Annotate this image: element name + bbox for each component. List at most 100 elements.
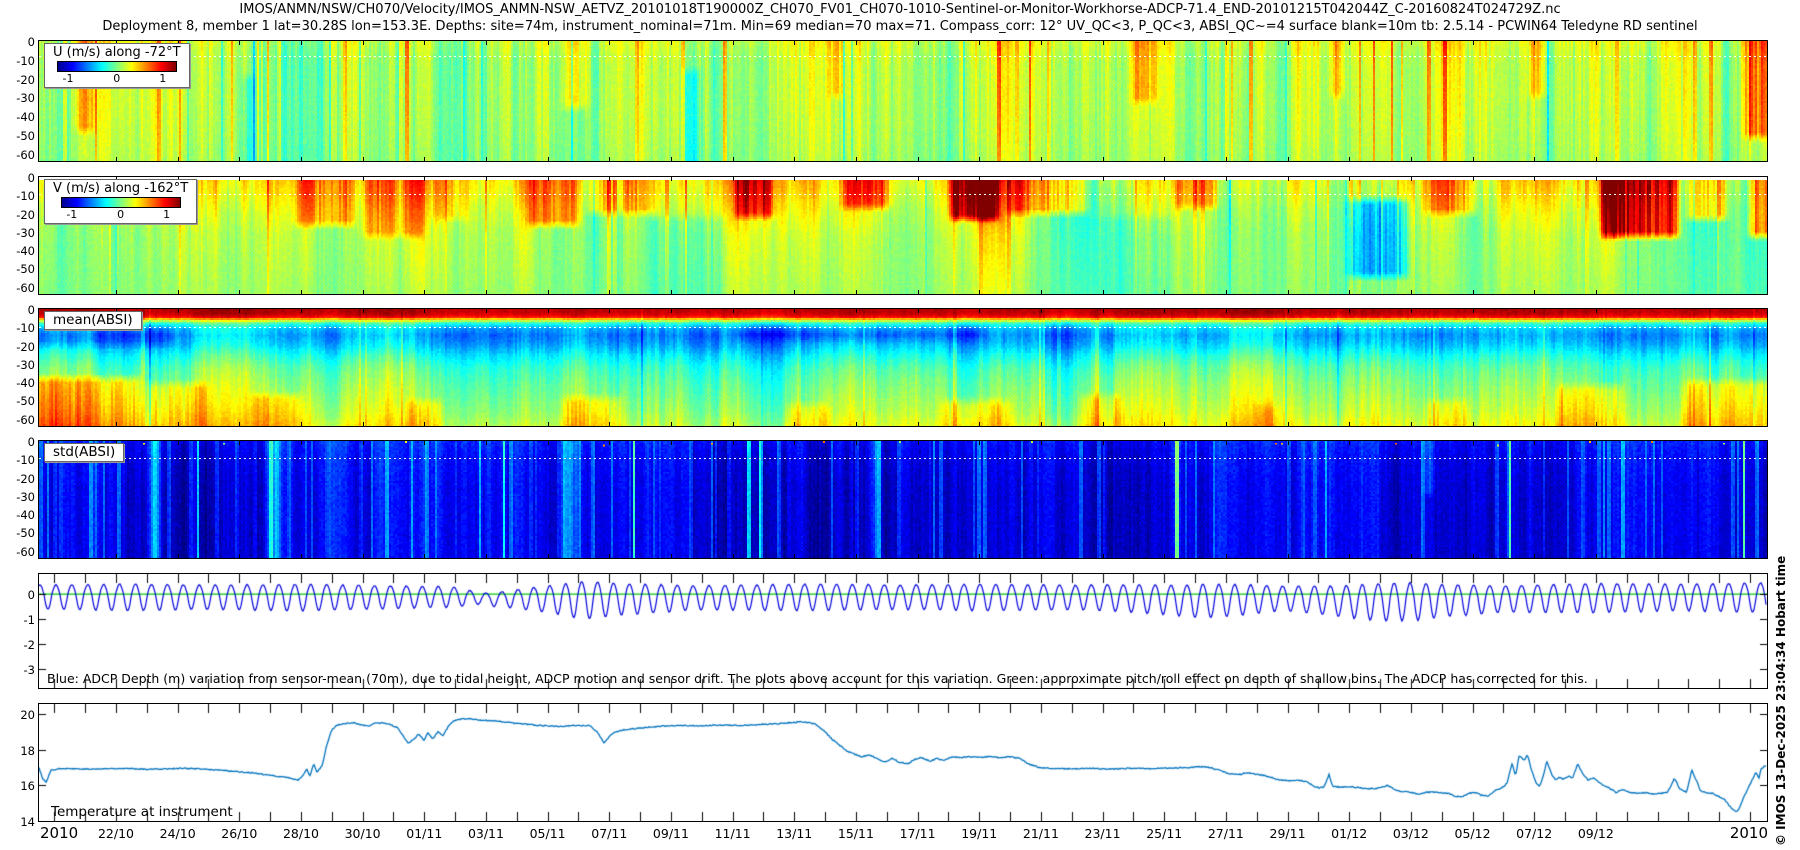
y-tick-label: 20 [20,707,35,722]
y-tick-label: -40 [16,244,35,259]
x-tick-mark [1411,441,1412,445]
temperature-line-canvas [39,704,1767,821]
x-tick-mark [979,309,980,313]
x-tick-mark [363,290,364,294]
x-tick-mark [1041,441,1042,445]
v-colorbar-legend: V (m/s) along -162°T -1 0 1 [44,179,198,224]
x-tick-mark [239,290,240,294]
x-tick-mark [1164,422,1165,426]
x-tick-mark [363,422,364,426]
x-tick-mark [671,41,672,45]
x-tick-mark [548,554,549,558]
x-tick-mark [671,177,672,181]
x-tick-mark [1164,441,1165,445]
x-tick-label: 13/11 [776,826,813,841]
x-tick-mark [1103,422,1104,426]
y-tick-label: -50 [16,262,35,277]
y-tick-label: -20 [16,72,35,87]
x-tick-mark [1226,177,1227,181]
x-tick-mark [794,177,795,181]
x-tick-mark [239,554,240,558]
x-tick-mark [856,441,857,445]
x-tick-mark [1164,290,1165,294]
y-tick-label: -50 [16,526,35,541]
x-tick-mark [1164,309,1165,313]
x-tick-mark [548,41,549,45]
x-tick-mark [1288,41,1289,45]
x-tick-mark [979,441,980,445]
x-tick-label: 15/11 [837,826,874,841]
x-tick-mark [116,422,117,426]
x-tick-mark [1288,290,1289,294]
x-tick-mark [548,422,549,426]
x-tick-mark [1473,290,1474,294]
x-tick-mark [979,554,980,558]
x-tick-mark [1041,309,1042,313]
x-tick-mark [1411,554,1412,558]
v-surface-blank-line [39,194,1767,195]
std-absi-label: std(ABSI) [44,443,125,462]
x-tick-mark [1103,441,1104,445]
mean-absi-label: mean(ABSI) [44,311,142,330]
y-tick-label: -50 [16,128,35,143]
x-tick-mark [856,309,857,313]
x-tick-mark [1226,441,1227,445]
v-colorbar-ticks: -1 0 1 [62,208,180,221]
x-tick-mark [733,554,734,558]
x-tick-mark [979,177,980,181]
x-tick-mark [1534,554,1535,558]
x-tick-mark [794,41,795,45]
x-tick-mark [1349,554,1350,558]
x-tick-mark [733,422,734,426]
x-tick-label: 09/11 [652,826,689,841]
colorbar-tick-label: -1 [62,72,74,85]
x-tick-mark [1534,41,1535,45]
x-tick-mark [239,309,240,313]
panel-std-absi-heatmap: std(ABSI) 0 -10 -20 -30 -40 -50 -60 [16,435,1768,559]
x-tick-mark [733,41,734,45]
x-tick-label: 01/12 [1331,826,1368,841]
x-tick-mark [1596,422,1597,426]
x-tick-mark [1103,157,1104,161]
x-tick-mark [363,177,364,181]
x-tick-mark [363,441,364,445]
y-tick-label: -10 [16,53,35,68]
x-tick-mark [486,41,487,45]
x-tick-mark [1473,157,1474,161]
panel-v-velocity-heatmap: V (m/s) along -162°T -1 0 1 0 -10 -20 -30 -4… [16,171,1768,295]
x-tick-mark [1596,41,1597,45]
y-tick-label: -20 [16,207,35,222]
u-colorbar-legend: U (m/s) along -72°T -1 0 1 [44,43,190,88]
x-tick-mark [239,157,240,161]
x-tick-mark [1288,441,1289,445]
x-tick-mark [178,441,179,445]
x-tick-mark [1349,177,1350,181]
x-tick-mark [239,41,240,45]
x-tick-mark [794,290,795,294]
y-tick-label: -20 [16,339,35,354]
x-tick-mark [609,157,610,161]
x-tick-mark [1534,422,1535,426]
x-tick-mark [424,41,425,45]
x-tick-mark [1226,309,1227,313]
v-surface-blank-strip [39,177,1767,180]
x-tick-mark [1041,177,1042,181]
y-tick-label: -30 [16,91,35,106]
x-tick-mark [1103,290,1104,294]
y-tick-label: 0 [27,303,35,317]
y-tick-label: -2 [23,638,35,653]
x-tick-label: 27/11 [1207,826,1244,841]
x-tick-mark [733,309,734,313]
x-tick-mark [486,422,487,426]
x-tick-mark [239,441,240,445]
x-tick-label: 26/10 [221,826,258,841]
x-tick-label: 21/11 [1022,826,1059,841]
x-tick-mark [301,157,302,161]
x-tick-mark [1473,309,1474,313]
x-tick-mark [548,441,549,445]
x-tick-mark [609,554,610,558]
x-tick-mark [178,290,179,294]
x-tick-mark [301,177,302,181]
x-tick-mark [609,290,610,294]
x-tick-label: 17/11 [899,826,936,841]
